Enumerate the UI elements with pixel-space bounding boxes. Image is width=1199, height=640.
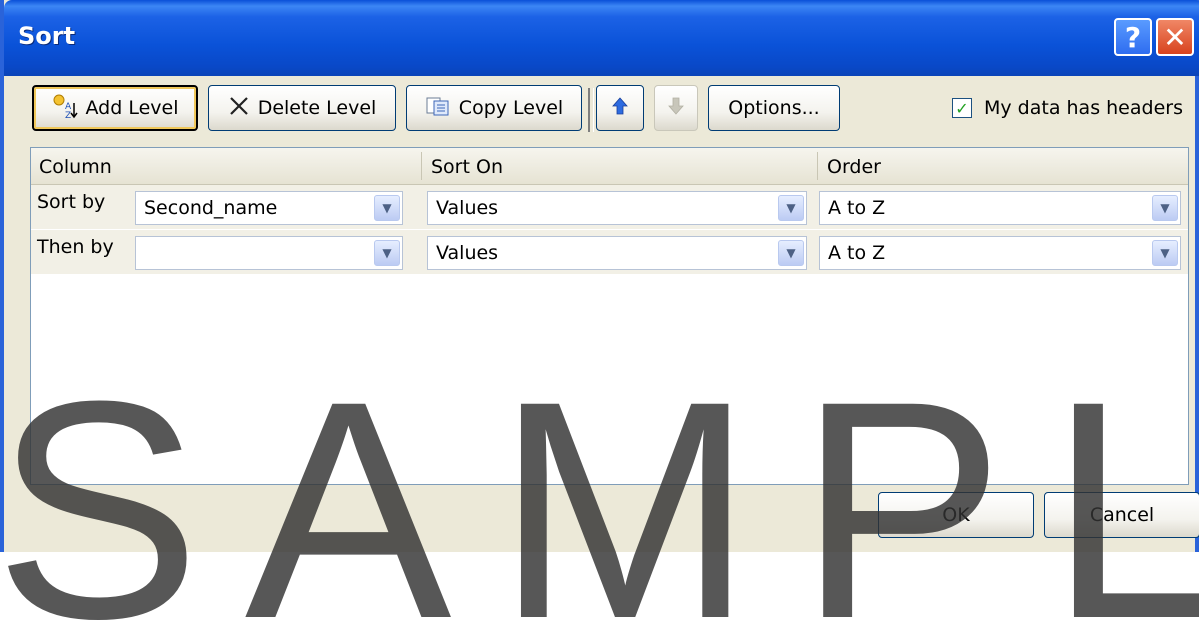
- copy-icon: [425, 95, 451, 122]
- toolbar-separator: [588, 88, 594, 132]
- column-header-order: Order: [827, 156, 881, 178]
- options-label: Options...: [728, 97, 820, 119]
- chevron-down-icon[interactable]: ▼: [374, 195, 400, 221]
- options-button[interactable]: Options...: [708, 85, 840, 131]
- column-select[interactable]: ▼: [135, 236, 403, 270]
- sort-on-select[interactable]: Values ▼: [427, 191, 807, 225]
- chevron-down-icon[interactable]: ▼: [1152, 195, 1178, 221]
- chevron-down-icon[interactable]: ▼: [374, 240, 400, 266]
- copy-level-label: Copy Level: [458, 97, 564, 119]
- row-label: Sort by: [37, 191, 106, 213]
- table-row[interactable]: Then by ▼ Values ▼ A to Z ▼: [31, 230, 1188, 274]
- header-divider: [817, 152, 818, 180]
- title-bar[interactable]: Sort ? ✕: [4, 0, 1199, 76]
- grid-header: Column Sort On Order: [31, 148, 1188, 185]
- column-select-value: Second_name: [144, 197, 278, 219]
- arrow-up-icon: [611, 96, 629, 121]
- arrow-down-icon: [667, 96, 685, 121]
- ok-button[interactable]: OK: [878, 492, 1034, 538]
- add-level-label: Add Level: [85, 97, 179, 119]
- close-icon: ✕: [1163, 20, 1187, 54]
- order-select[interactable]: A to Z ▼: [819, 191, 1181, 225]
- column-header-column: Column: [39, 156, 112, 178]
- close-button[interactable]: ✕: [1156, 18, 1194, 56]
- move-up-button[interactable]: [596, 85, 644, 131]
- move-down-button[interactable]: [654, 85, 698, 131]
- cancel-button[interactable]: Cancel: [1044, 492, 1199, 538]
- order-select-value: A to Z: [828, 242, 886, 264]
- checkmark-icon: ✓: [955, 98, 969, 118]
- delete-level-button[interactable]: Delete Level: [208, 85, 396, 131]
- add-level-button[interactable]: A Z Add Level: [32, 85, 198, 131]
- sort-on-select-value: Values: [436, 242, 499, 264]
- sort-on-select[interactable]: Values ▼: [427, 236, 807, 270]
- column-header-sort-on: Sort On: [431, 156, 503, 178]
- sort-levels-grid: Column Sort On Order Sort by Second_name…: [30, 147, 1189, 485]
- help-button[interactable]: ?: [1114, 18, 1152, 56]
- delete-level-label: Delete Level: [257, 97, 377, 119]
- order-select-value: A to Z: [828, 197, 886, 219]
- sort-on-select-value: Values: [436, 197, 499, 219]
- chevron-down-icon[interactable]: ▼: [778, 195, 804, 221]
- header-divider: [421, 152, 422, 180]
- delete-x-icon: [228, 95, 250, 122]
- copy-level-button[interactable]: Copy Level: [406, 85, 582, 131]
- table-row[interactable]: Sort by Second_name ▼ Values ▼ A to Z ▼: [31, 185, 1188, 229]
- order-select[interactable]: A to Z ▼: [819, 236, 1181, 270]
- sort-dialog: Sort ? ✕ A Z Add Level Delete Level Copy…: [0, 0, 1199, 640]
- svg-text:Z: Z: [65, 111, 71, 119]
- column-select[interactable]: Second_name ▼: [135, 191, 403, 225]
- ok-label: OK: [942, 504, 970, 526]
- dialog-title: Sort: [18, 22, 76, 50]
- chevron-down-icon[interactable]: ▼: [778, 240, 804, 266]
- chevron-down-icon[interactable]: ▼: [1152, 240, 1178, 266]
- headers-checkbox-label: My data has headers: [984, 97, 1183, 119]
- add-level-icon: A Z: [52, 93, 78, 124]
- headers-checkbox-group[interactable]: ✓ My data has headers: [952, 97, 1183, 119]
- cancel-label: Cancel: [1089, 504, 1155, 526]
- headers-checkbox[interactable]: ✓: [952, 98, 972, 118]
- help-icon: ?: [1124, 20, 1142, 54]
- row-label: Then by: [37, 236, 114, 258]
